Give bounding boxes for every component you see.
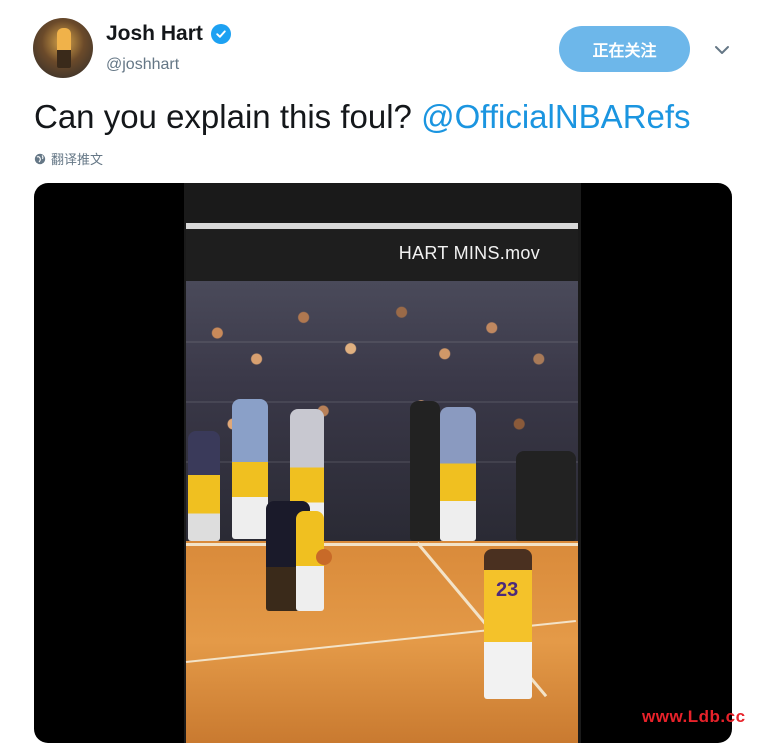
basketball-court: 23 (185, 501, 578, 743)
player-23: 23 (484, 549, 532, 699)
video-frame: HART MINS.mov 23 (184, 183, 581, 743)
seat-row (186, 341, 578, 343)
mention-link[interactable]: @OfficialNBARefs (421, 98, 690, 135)
court-line (186, 543, 578, 546)
verified-badge-icon (210, 24, 231, 44)
tweet-body: Can you explain this foul? (34, 98, 412, 135)
globe-icon (34, 153, 46, 165)
name-row: Josh Hart (106, 22, 231, 46)
tweet-text: Can you explain this foul? @OfficialNBAR… (34, 98, 691, 136)
display-name[interactable]: Josh Hart (106, 22, 203, 46)
following-button[interactable]: 正在关注 (559, 26, 690, 72)
fans-figure (516, 451, 576, 541)
video-title: HART MINS.mov (398, 243, 540, 263)
bench-player (232, 399, 268, 539)
translate-label: 翻译推文 (51, 152, 104, 167)
bench-player (188, 431, 220, 541)
user-handle[interactable]: @joshhart (106, 56, 179, 74)
coach-figure (410, 401, 440, 541)
watermark-text: www.Ldb.cc (642, 707, 746, 726)
translate-tweet-link[interactable]: 翻译推文 (34, 149, 103, 168)
avatar-figure (57, 28, 71, 68)
avatar[interactable] (33, 18, 93, 78)
chevron-down-icon[interactable] (712, 40, 732, 60)
crowd-scene (186, 281, 578, 541)
bench-player (440, 407, 476, 541)
jersey-number: 23 (496, 579, 519, 601)
video-player[interactable]: HART MINS.mov 23 (34, 183, 732, 743)
basketball (316, 549, 332, 565)
video-header: HART MINS.mov (186, 223, 578, 287)
